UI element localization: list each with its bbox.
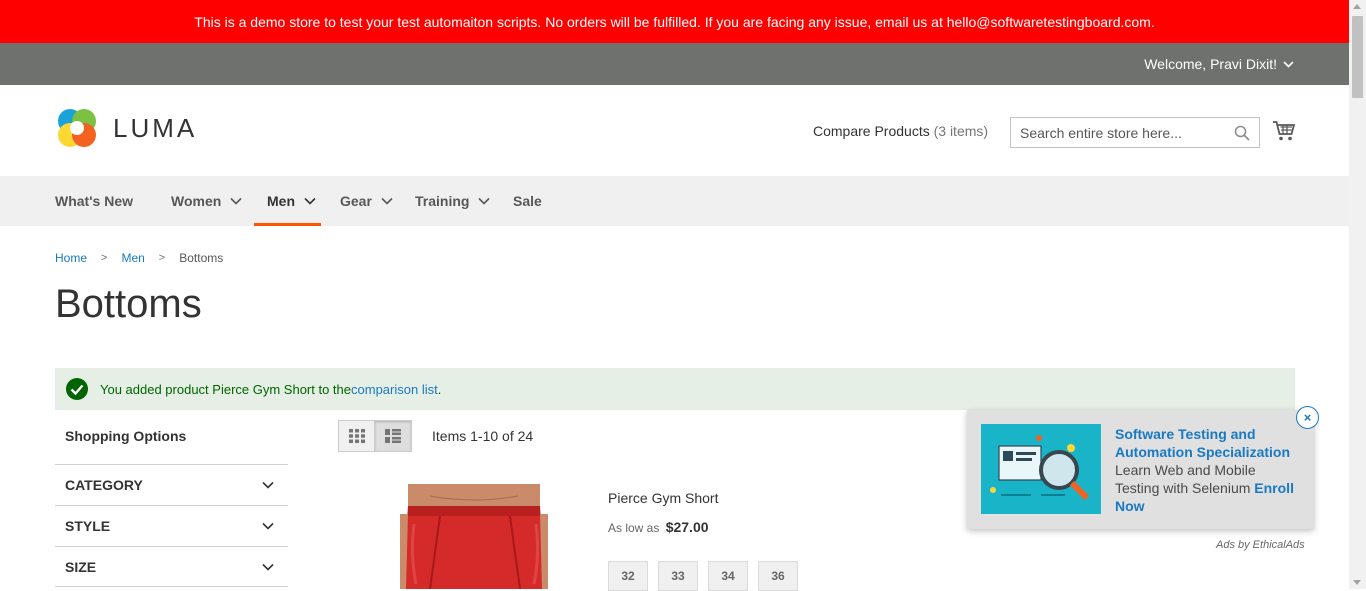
chevron-down-icon xyxy=(1283,60,1294,68)
page-title: Bottoms xyxy=(55,282,202,326)
items-count: Items 1-10 of 24 xyxy=(432,428,534,444)
nav-item-gear[interactable]: Gear xyxy=(340,176,393,226)
nav-label: Sale xyxy=(513,193,542,209)
scrollbar-thumb[interactable] xyxy=(1352,16,1363,98)
nav-item-sale[interactable]: Sale xyxy=(513,176,542,226)
luma-logo-icon xyxy=(58,109,96,147)
list-view-button[interactable] xyxy=(375,420,412,452)
page-scrollbar[interactable] xyxy=(1349,0,1366,589)
shopping-options-sidebar: Shopping Options CATEGORY STYLE SIZE xyxy=(55,416,288,587)
nav-item-whats-new[interactable]: What's New xyxy=(55,176,133,226)
scroll-down-arrow-icon[interactable] xyxy=(1353,580,1361,585)
demo-banner-text: This is a demo store to test your test a… xyxy=(194,13,1155,30)
chevron-down-icon xyxy=(304,197,316,205)
logo-text: LUMA xyxy=(113,112,198,143)
size-swatches: 32 33 34 36 xyxy=(608,561,798,591)
top-panel-header: Welcome, Pravi Dixit! xyxy=(0,43,1349,85)
search-box xyxy=(1010,117,1260,148)
chevron-down-icon xyxy=(262,522,274,530)
demo-store-banner: This is a demo store to test your test a… xyxy=(0,0,1349,43)
product-image[interactable] xyxy=(400,484,548,589)
breadcrumb-separator: > xyxy=(158,252,166,264)
luma-logo[interactable]: LUMA xyxy=(55,106,197,150)
filter-style[interactable]: STYLE xyxy=(55,505,288,546)
sidebar-title: Shopping Options xyxy=(65,428,187,444)
search-input[interactable] xyxy=(1011,118,1221,147)
filter-label: CATEGORY xyxy=(65,477,143,493)
nav-label: Men xyxy=(267,193,295,209)
grid-view-button[interactable] xyxy=(338,420,375,452)
filter-category[interactable]: CATEGORY xyxy=(55,464,288,505)
product-name-link[interactable]: Pierce Gym Short xyxy=(608,490,718,506)
product-toolbar: Items 1-10 of 24 xyxy=(338,420,533,452)
price-value: $27.00 xyxy=(665,519,709,535)
chevron-down-icon xyxy=(262,481,274,489)
size-swatch-33[interactable]: 33 xyxy=(658,561,698,591)
message-text-end: . xyxy=(437,381,442,397)
size-swatch-36[interactable]: 36 xyxy=(758,561,798,591)
list-icon xyxy=(385,429,401,443)
breadcrumb-men[interactable]: Men xyxy=(121,251,144,265)
nav-label: Women xyxy=(171,193,222,209)
chevron-down-icon xyxy=(230,197,242,205)
compare-count: (3 items) xyxy=(933,123,989,139)
product-price: As low as $27.00 xyxy=(608,519,709,535)
chevron-down-icon xyxy=(478,197,491,205)
filter-label: STYLE xyxy=(65,518,111,534)
chevron-down-icon xyxy=(262,563,274,571)
ad-close-button[interactable]: × xyxy=(1296,406,1319,429)
shopping-cart-icon[interactable] xyxy=(1272,119,1296,143)
filter-size[interactable]: SIZE xyxy=(55,546,288,587)
breadcrumb-separator: > xyxy=(101,252,108,264)
main-navigation: What's New Women Men Gear Training Sale xyxy=(0,176,1349,226)
product-photo-gym-short xyxy=(400,484,548,589)
grid-icon xyxy=(348,429,365,443)
site-header: LUMA Compare Products (3 items) xyxy=(0,85,1349,176)
price-prefix: As low as xyxy=(608,521,660,535)
size-swatch-34[interactable]: 34 xyxy=(708,561,748,591)
nav-item-training[interactable]: Training xyxy=(415,176,491,226)
nav-item-men[interactable]: Men xyxy=(254,176,321,226)
filter-label: SIZE xyxy=(65,558,97,575)
message-text: You added product Pierce Gym Short to th… xyxy=(100,381,352,397)
ethical-ad-card: Software Testing and Automation Speciali… xyxy=(967,410,1314,529)
comparison-list-link[interactable]: comparison list xyxy=(351,382,438,397)
customer-welcome-menu[interactable]: Welcome, Pravi Dixit! xyxy=(1144,43,1294,85)
nav-label: Gear xyxy=(340,193,372,209)
ad-body: Learn Web and Mobile Testing with Seleni… xyxy=(1115,462,1256,496)
chevron-down-icon xyxy=(381,197,393,205)
welcome-text: Welcome, Pravi Dixit! xyxy=(1144,56,1277,72)
ad-title-link[interactable]: Software Testing and Automation Speciali… xyxy=(1115,425,1300,461)
size-swatch-32[interactable]: 32 xyxy=(608,561,648,591)
compare-products-link[interactable]: Compare Products (3 items) xyxy=(813,123,988,139)
checkmark-circle-icon xyxy=(66,378,88,400)
ad-image[interactable] xyxy=(981,424,1101,514)
search-icon[interactable] xyxy=(1234,125,1250,141)
close-icon: × xyxy=(1303,410,1312,425)
success-message: You added product Pierce Gym Short to th… xyxy=(55,368,1295,410)
nav-label: What's New xyxy=(55,193,134,209)
nav-label: Training xyxy=(415,193,470,209)
ad-credit-link[interactable]: Ads by EthicalAds xyxy=(1216,539,1305,551)
breadcrumb-current: Bottoms xyxy=(179,251,224,265)
nav-item-women[interactable]: Women xyxy=(171,176,242,226)
compare-label: Compare Products xyxy=(813,123,930,139)
breadcrumb: Home > Men > Bottoms xyxy=(55,251,223,265)
ad-text: Software Testing and Automation Speciali… xyxy=(1115,425,1300,515)
breadcrumb-home[interactable]: Home xyxy=(55,251,87,265)
scroll-up-arrow-icon[interactable] xyxy=(1353,4,1361,9)
